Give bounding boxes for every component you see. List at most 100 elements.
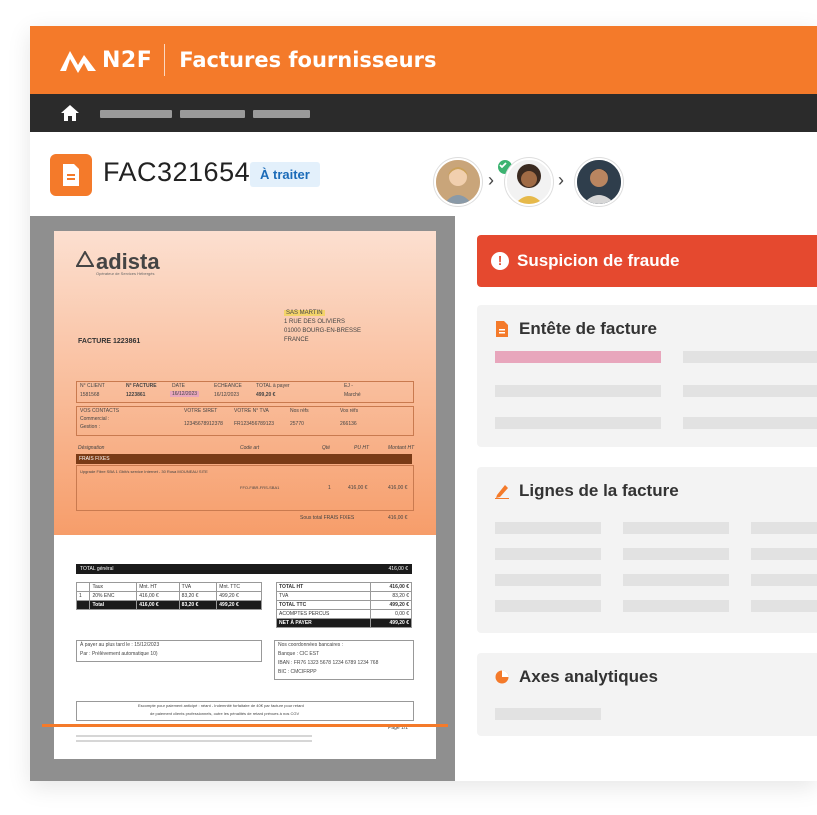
meta-value: Marché (344, 392, 361, 398)
vat-cell: 20% ENC (89, 591, 138, 601)
section-bar: FRAIS FIXES (76, 454, 412, 464)
meta-value-date: 16/12/2023 (170, 391, 200, 397)
logo-text: N2F (102, 47, 153, 73)
fraud-alert[interactable]: ! Suspicion de fraude (477, 235, 817, 287)
total-general-label: TOTAL général (80, 566, 114, 572)
app-title: Factures fournisseurs (179, 48, 437, 72)
invoice-header: FAC321654 À traiter › › (30, 132, 817, 217)
invoice-panel: ! Suspicion de fraude Entête de facture … (455, 216, 817, 781)
brand-logo[interactable]: N2F Factures fournisseurs (58, 44, 436, 76)
breadcrumb-item-2[interactable] (180, 110, 245, 118)
field-placeholder (683, 417, 817, 429)
breadcrumb-item-1[interactable] (100, 110, 172, 118)
scan-line (42, 724, 448, 727)
pencil-icon (495, 485, 509, 499)
total-general-bar: TOTAL général 416,00 € (76, 564, 412, 574)
field-placeholder (495, 417, 661, 429)
meta-value: 1223861 (126, 392, 146, 398)
invoice-document-icon (50, 154, 92, 196)
approver-avatar-3[interactable] (575, 158, 623, 206)
field-placeholder (683, 385, 817, 397)
field-placeholder (683, 351, 817, 363)
approver-avatar-2[interactable] (505, 158, 553, 206)
section-title: Entête de facture (519, 319, 657, 338)
totals-table: TOTAL HT 416,00 € TVA 83,20 € TOTAL TTC 499… (276, 582, 413, 628)
vat-table: Taux Mnt. HT TVA Mnt. TTC 1 20% ENC 416,… (75, 582, 262, 610)
vat-header: Mnt. TTC (216, 582, 262, 592)
subtotal-label: Sous total FRAIS FIXES (300, 515, 355, 521)
invoice-lines-section[interactable]: Lignes de la facture (477, 467, 817, 633)
approver-avatar-1[interactable] (434, 158, 482, 206)
vat-cell: 1 (75, 591, 91, 601)
meta-header: TOTAL à payer (256, 383, 290, 389)
totals-label: TVA (276, 591, 371, 601)
contacts-header: VOTRE N° TVA (234, 408, 269, 414)
pie-chart-icon (495, 670, 509, 684)
line-placeholder (751, 600, 817, 612)
pay-by: À payer au plus tard le : 15/12/2023 (80, 642, 160, 648)
line-amount: 416,00 € (388, 485, 408, 491)
lines-header: Montant HT (388, 445, 415, 451)
fraud-alert-text: Suspicion de fraude (517, 251, 680, 270)
meta-header: N° CLIENT (80, 383, 105, 389)
line-unit-price: 416,00 € (348, 485, 368, 491)
contacts-value: 25770 (290, 421, 304, 427)
status-badge: À traiter (250, 162, 320, 187)
totals-label: ACOMPTES PERCUS (276, 609, 371, 619)
logo-separator (164, 44, 166, 76)
totals-value: 499,20 € (369, 618, 413, 628)
invoice-header-section[interactable]: Entête de facture (477, 305, 817, 447)
vat-header (75, 582, 91, 592)
totals-label: NET À PAYER (276, 618, 371, 628)
bank-title: Nos coordonnées bancaires : (278, 642, 344, 648)
document-title: FACTURE 1223861 (78, 338, 141, 345)
vat-total-cell (75, 600, 91, 610)
breadcrumb-bar (30, 94, 817, 132)
field-placeholder (495, 351, 661, 363)
legal-footer-line (76, 735, 312, 737)
lines-header: Désignation (78, 445, 105, 451)
bill-to-name: SAS MARTIN (284, 310, 325, 316)
section-title: Axes analytiques (519, 667, 658, 686)
vat-total-cell: 416,00 € (136, 600, 180, 610)
totals-value: 0,00 € (369, 609, 413, 619)
app-window: N2F Factures fournisseurs FAC321654 À tr… (30, 26, 817, 781)
line-placeholder (495, 574, 601, 586)
totals-value: 83,20 € (369, 591, 413, 601)
section-title: Lignes de la facture (519, 481, 679, 500)
lines-header: Qté (322, 445, 331, 451)
pay-method: Par : Prélèvement automatique 10) (80, 651, 158, 657)
meta-value: 1581568 (80, 392, 100, 398)
contacts-label: Commercial : (80, 416, 110, 422)
vat-header: Taux (89, 582, 138, 592)
line-description: Upgrade Fibre SBA 1 Gbit/s service Inter… (80, 469, 208, 474)
invoice-number: FAC321654 (103, 157, 251, 187)
contacts-value: 266136 (340, 421, 357, 427)
breadcrumb-item-3[interactable] (253, 110, 310, 118)
line-placeholder (495, 548, 601, 560)
legal-footer-line (76, 740, 312, 742)
meta-value: 16/12/2023 (214, 392, 240, 398)
totals-label: TOTAL TTC (276, 600, 371, 610)
analytic-axes-section[interactable]: Axes analytiques (477, 653, 817, 736)
line-placeholder (623, 600, 729, 612)
chevron-right-icon: › (488, 170, 494, 190)
home-icon[interactable] (60, 104, 80, 122)
vat-cell: 416,00 € (136, 591, 180, 601)
line-placeholder (623, 574, 729, 586)
contacts-header: Nos réfs (290, 408, 309, 414)
bank-name: Banque : CIC EST (278, 651, 320, 657)
total-general-value: 416,00 € (388, 566, 408, 572)
field-placeholder (495, 385, 661, 397)
meta-header: EJ - (344, 383, 353, 389)
iban: IBAN : FR76 1323 5678 1234 6789 1234 768 (278, 660, 379, 666)
contacts-header: Vos réfs (340, 408, 359, 414)
bill-to-line: FRANCE (284, 337, 309, 343)
line-placeholder (623, 548, 729, 560)
alert-icon: ! (491, 252, 509, 270)
vat-header: TVA (178, 582, 218, 592)
meta-value: 499,20 € (256, 392, 276, 398)
line-placeholder (751, 548, 817, 560)
vat-header: Mnt. HT (136, 582, 180, 592)
document-preview[interactable]: adista Opérateur de Services Hébergés SA… (30, 216, 455, 781)
